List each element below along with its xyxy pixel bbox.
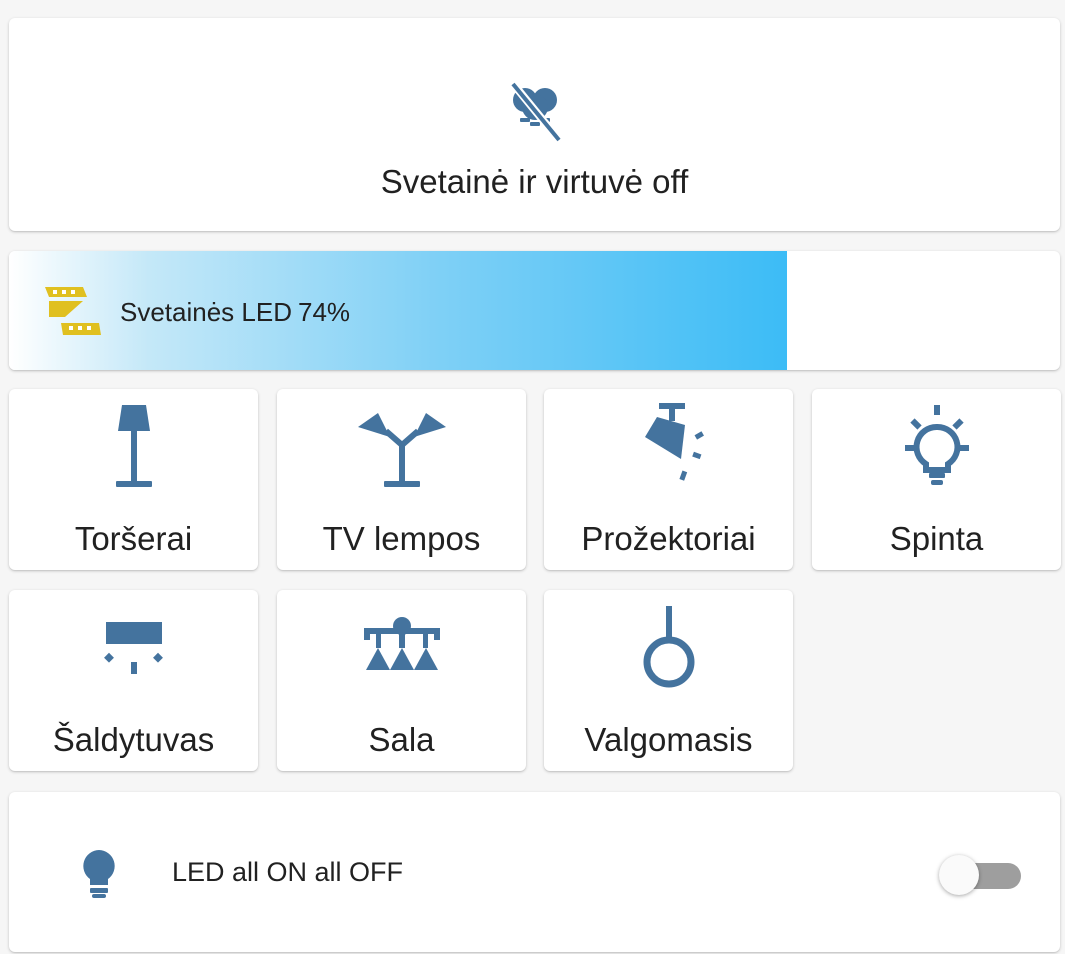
dimmer-brightness: 74%: [297, 297, 351, 327]
tile-tv-lempos[interactable]: TV lempos: [277, 389, 526, 570]
chandelier-icon: [356, 604, 448, 696]
led-strip-icon: [43, 283, 103, 344]
scene-button[interactable]: Svetainė ir virtuvė off: [9, 18, 1060, 231]
spotlight-icon: [623, 403, 715, 495]
dimmer-name: Svetainės LED: [120, 297, 292, 327]
led-all-toggle-row: LED all ON all OFF: [9, 792, 1060, 952]
tile-label: Valgomasis: [584, 721, 753, 758]
led-all-switch[interactable]: [939, 854, 1023, 896]
toggle-label: LED all ON all OFF: [172, 857, 404, 887]
floor-lamp-icon: [88, 403, 180, 495]
switch-thumb: [939, 855, 979, 895]
ceiling-pendant-icon: [623, 604, 715, 696]
tile-label: Toršerai: [74, 520, 193, 557]
tile-label: Prožektoriai: [581, 520, 756, 557]
tile-sala[interactable]: Sala: [277, 590, 526, 771]
tile-label: Sala: [368, 721, 435, 758]
tile-prozektoriai[interactable]: Prožektoriai: [544, 389, 793, 570]
lightbulb-group-off-icon: [503, 80, 567, 149]
tile-label: Spinta: [889, 520, 984, 557]
tile-saldytuvas[interactable]: Šaldytuvas: [9, 590, 258, 771]
dimmer-label: Svetainės LED 74%: [120, 297, 350, 328]
tile-torserai[interactable]: Toršerai: [9, 389, 258, 570]
wall-lamps-icon: [356, 403, 448, 495]
tile-spinta[interactable]: Spinta: [812, 389, 1061, 570]
lightbulb-on-outline-icon: [891, 403, 983, 495]
lightbulb-icon: [75, 846, 123, 907]
ceiling-light-icon: [88, 604, 180, 696]
tile-valgomasis[interactable]: Valgomasis: [544, 590, 793, 771]
scene-label: Svetainė ir virtuvė off: [380, 163, 689, 200]
tile-label: Šaldytuvas: [52, 721, 215, 758]
led-dimmer-slider[interactable]: Svetainės LED 74%: [9, 251, 1060, 370]
tile-label: TV lempos: [322, 520, 481, 557]
